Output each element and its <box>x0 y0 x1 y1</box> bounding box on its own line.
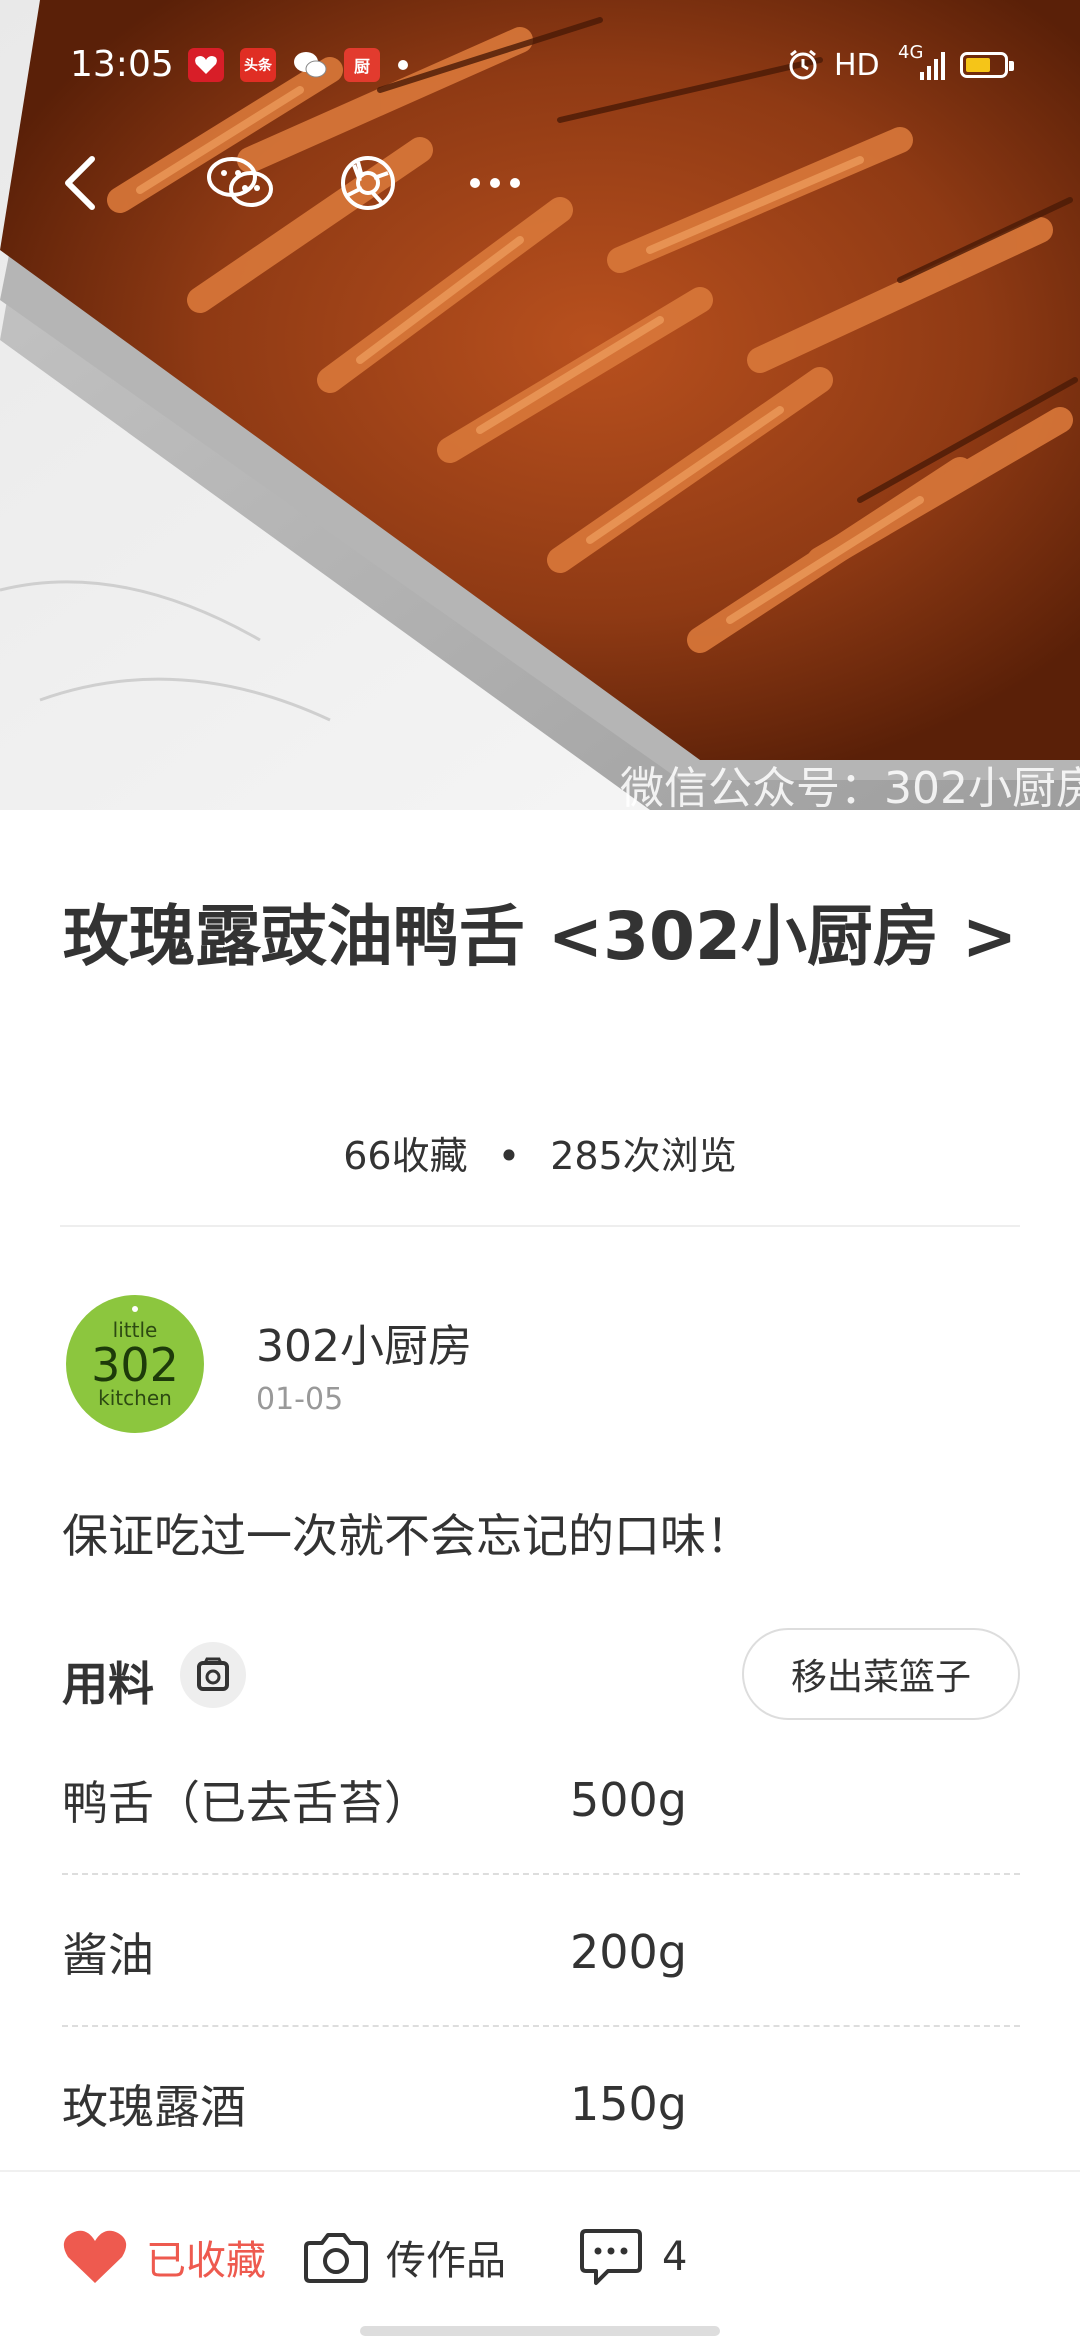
battery-icon <box>960 52 1014 78</box>
back-icon <box>65 156 95 210</box>
ingredient-row: 玫瑰露酒 150g <box>62 2029 1020 2179</box>
ingredient-amount: 200g <box>570 1925 687 1979</box>
recipe-description: 保证吃过一次就不会忘记的口味！ <box>62 1509 752 1563</box>
row-divider <box>62 2025 1020 2027</box>
hd-indicator: HD <box>834 48 880 83</box>
stats-separator: • <box>497 1134 521 1178</box>
moments-share-button[interactable] <box>333 148 403 218</box>
more-button[interactable] <box>460 148 530 218</box>
favorite-label: 已收藏 <box>146 2238 266 2284</box>
ingredient-name: 玫瑰露酒 <box>62 2080 246 2134</box>
ingredients-title: 用料 <box>62 1657 154 1711</box>
upload-work-button[interactable]: 传作品 <box>304 2172 506 2340</box>
row-divider <box>62 1873 1020 1875</box>
status-bar: 13:05 头条 厨 HD 4G <box>0 0 1080 130</box>
moments-share-icon <box>341 156 395 210</box>
kitchen-scale-icon <box>197 1657 229 1691</box>
comment-count: 4 <box>662 2234 688 2280</box>
avatar-text-mid: 302 <box>91 1338 179 1392</box>
favorites-count: 66收藏 <box>343 1134 468 1178</box>
love-app-icon <box>188 48 224 82</box>
wechat-share-button[interactable] <box>205 148 275 218</box>
heart-icon <box>63 2230 127 2283</box>
alarm-icon <box>786 48 820 86</box>
publish-date: 01-05 <box>256 1382 344 1417</box>
divider <box>60 1225 1020 1227</box>
xiachufang-app-icon: 厨 <box>344 48 380 82</box>
wechat-share-icon <box>207 157 273 207</box>
wechat-app-icon <box>292 48 328 82</box>
scale-button[interactable] <box>180 1642 246 1708</box>
recipe-title: 玫瑰露豉油鸭舌 <302小厨房 > <box>62 898 1018 975</box>
remove-from-basket-button[interactable]: 移出菜篮子 <box>742 1628 1020 1720</box>
author-avatar[interactable]: little 302 kitchen <box>66 1295 204 1433</box>
ingredient-row: 鸭舌（已去舌苔） 500g <box>62 1725 1020 1875</box>
comments-button[interactable]: 4 <box>578 2172 687 2340</box>
home-indicator[interactable] <box>360 2326 720 2336</box>
author-name[interactable]: 302小厨房 <box>256 1310 472 1374</box>
upload-work-label: 传作品 <box>386 2238 506 2284</box>
camera-icon <box>304 2233 368 2283</box>
photo-watermark: 微信公众号：302小厨房 <box>620 763 1080 810</box>
ingredient-amount: 500g <box>570 1773 687 1827</box>
ingredient-name: 鸭舌（已去舌苔） <box>62 1776 430 1830</box>
comment-icon <box>580 2229 642 2285</box>
more-icon <box>470 178 520 188</box>
notification-dot <box>398 60 408 70</box>
avatar-text-bottom: kitchen <box>98 1386 172 1410</box>
favorite-button[interactable]: 已收藏 <box>62 2172 266 2340</box>
avatar-logo: little 302 kitchen <box>91 1306 179 1410</box>
toutiao-app-icon: 头条 <box>240 48 276 82</box>
ingredient-row: 酱油 200g <box>62 1877 1020 2027</box>
ingredient-name: 酱油 <box>62 1928 154 1982</box>
bottom-action-bar: 已收藏 传作品 4 <box>0 2170 1080 2340</box>
ingredient-amount: 150g <box>570 2077 687 2131</box>
back-button[interactable] <box>45 148 115 218</box>
signal-icon <box>920 50 946 84</box>
recipe-stats: 66收藏 • 285次浏览 <box>0 1125 1080 1180</box>
views-count: 285次浏览 <box>550 1134 737 1178</box>
status-time: 13:05 <box>70 44 174 85</box>
